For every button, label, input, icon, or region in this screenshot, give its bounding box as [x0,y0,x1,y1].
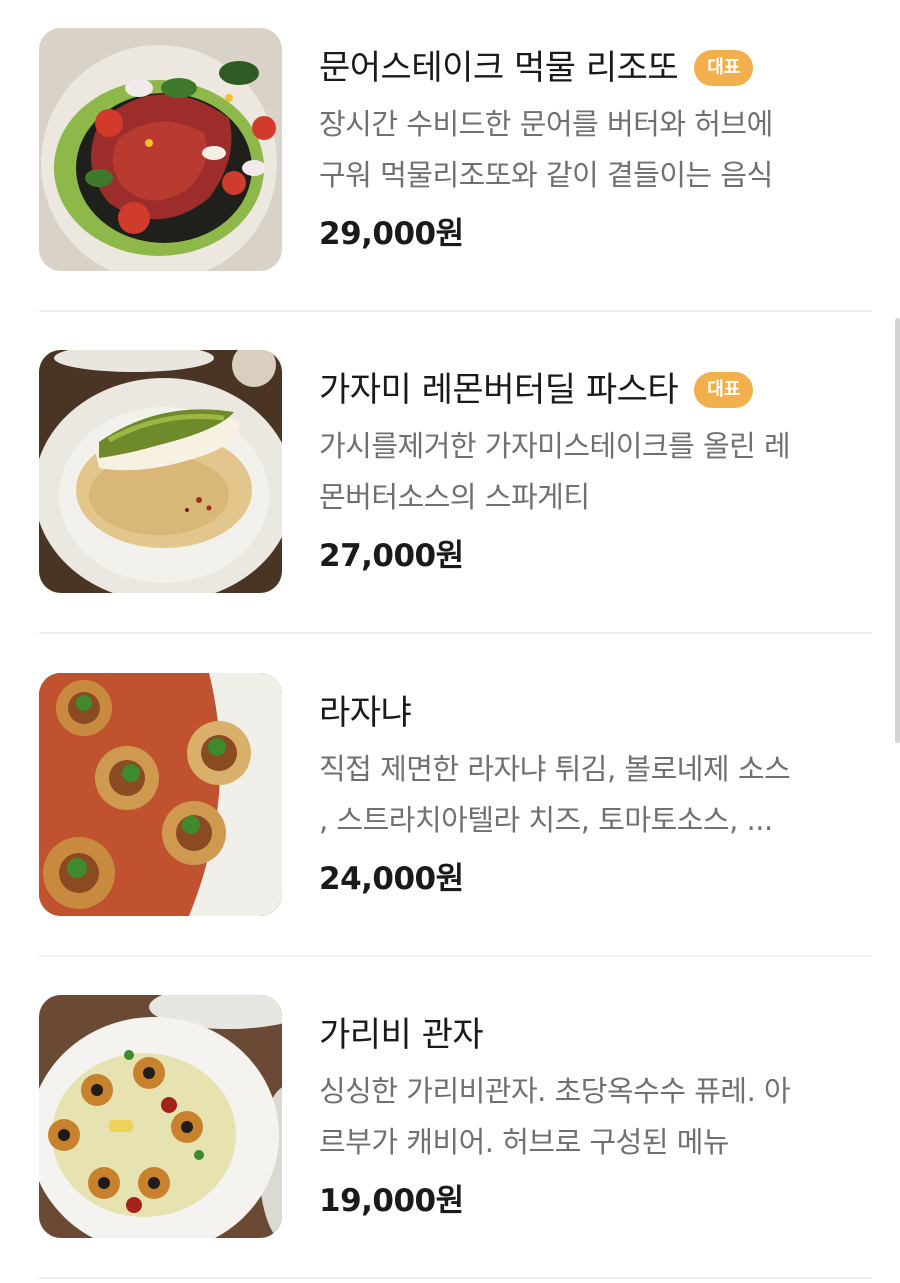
description-line: 몬버터소스의 스파게티 [319,480,590,514]
menu-photo[interactable] [39,673,282,916]
menu-item-title: 가리비 관자 [319,1015,484,1055]
menu-item-price: 24,000원 [319,861,464,897]
menu-item-description: 장시간 수비드한 문어를 버터와 허브에 구워 먹물리조또와 같이 곁들이는 음… [319,99,879,201]
menu-item-description: 가시를제거한 가자미스테이크를 올린 레 몬버터소스의 스파게티 [319,421,879,523]
menu-item-title: 라자냐 [319,693,412,733]
divider [39,955,872,957]
description-line: 장시간 수비드한 문어를 버터와 허브에 [319,107,773,141]
menu-item-title: 가자미 레몬버터딜 파스타 [319,370,679,410]
divider [39,632,872,634]
signature-badge: 대표 [694,372,754,408]
divider [39,1277,872,1279]
menu-item-title: 문어스테이크 먹물 리조또 [319,48,679,88]
menu-photo[interactable] [39,995,282,1238]
menu-item-price: 19,000원 [319,1183,464,1219]
menu-item-price: 29,000원 [319,216,464,252]
lasagna-photo [39,673,282,916]
menu-item-description: 싱싱한 가리비관자. 초당옥수수 퓨레. 아 르부가 캐비어. 허브로 구성된 … [319,1066,879,1168]
menu-list: 문어스테이크 먹물 리조또 대표 장시간 수비드한 문어를 버터와 허브에 구워… [0,0,900,1283]
signature-badge: 대표 [694,50,754,86]
description-line: 르부가 캐비어. 허브로 구성된 메뉴 [319,1125,730,1159]
menu-item-description: 직접 제면한 라자냐 튀김, 볼로네제 소스 , 스트라치아텔라 치즈, 토마토… [319,744,879,846]
menu-photo[interactable] [39,350,282,593]
flounder-pasta-photo [39,350,282,593]
scrollbar[interactable] [895,318,900,743]
menu-photo[interactable] [39,28,282,271]
divider [39,310,872,312]
menu-item-lasagna[interactable]: 라자냐 직접 제면한 라자냐 튀김, 볼로네제 소스 , 스트라치아텔라 치즈,… [0,645,900,967]
menu-item-flounder-pasta[interactable]: 가자미 레몬버터딜 파스타 대표 가시를제거한 가자미스테이크를 올린 레 몬버… [0,322,900,644]
description-line: 구워 먹물리조또와 같이 곁들이는 음식 [319,158,773,192]
menu-item-price: 27,000원 [319,538,464,574]
description-line: 가시를제거한 가자미스테이크를 올린 레 [319,429,791,463]
description-line: 싱싱한 가리비관자. 초당옥수수 퓨레. 아 [319,1074,791,1108]
scallop-photo [39,995,282,1238]
menu-item-octopus-risotto[interactable]: 문어스테이크 먹물 리조또 대표 장시간 수비드한 문어를 버터와 허브에 구워… [0,0,900,322]
octopus-risotto-photo [39,28,282,271]
menu-item-scallop[interactable]: 가리비 관자 싱싱한 가리비관자. 초당옥수수 퓨레. 아 르부가 캐비어. 허… [0,967,900,1283]
description-line: , 스트라치아텔라 치즈, 토마토소스, ... [319,803,773,837]
description-line: 직접 제면한 라자냐 튀김, 볼로네제 소스 [319,752,791,786]
